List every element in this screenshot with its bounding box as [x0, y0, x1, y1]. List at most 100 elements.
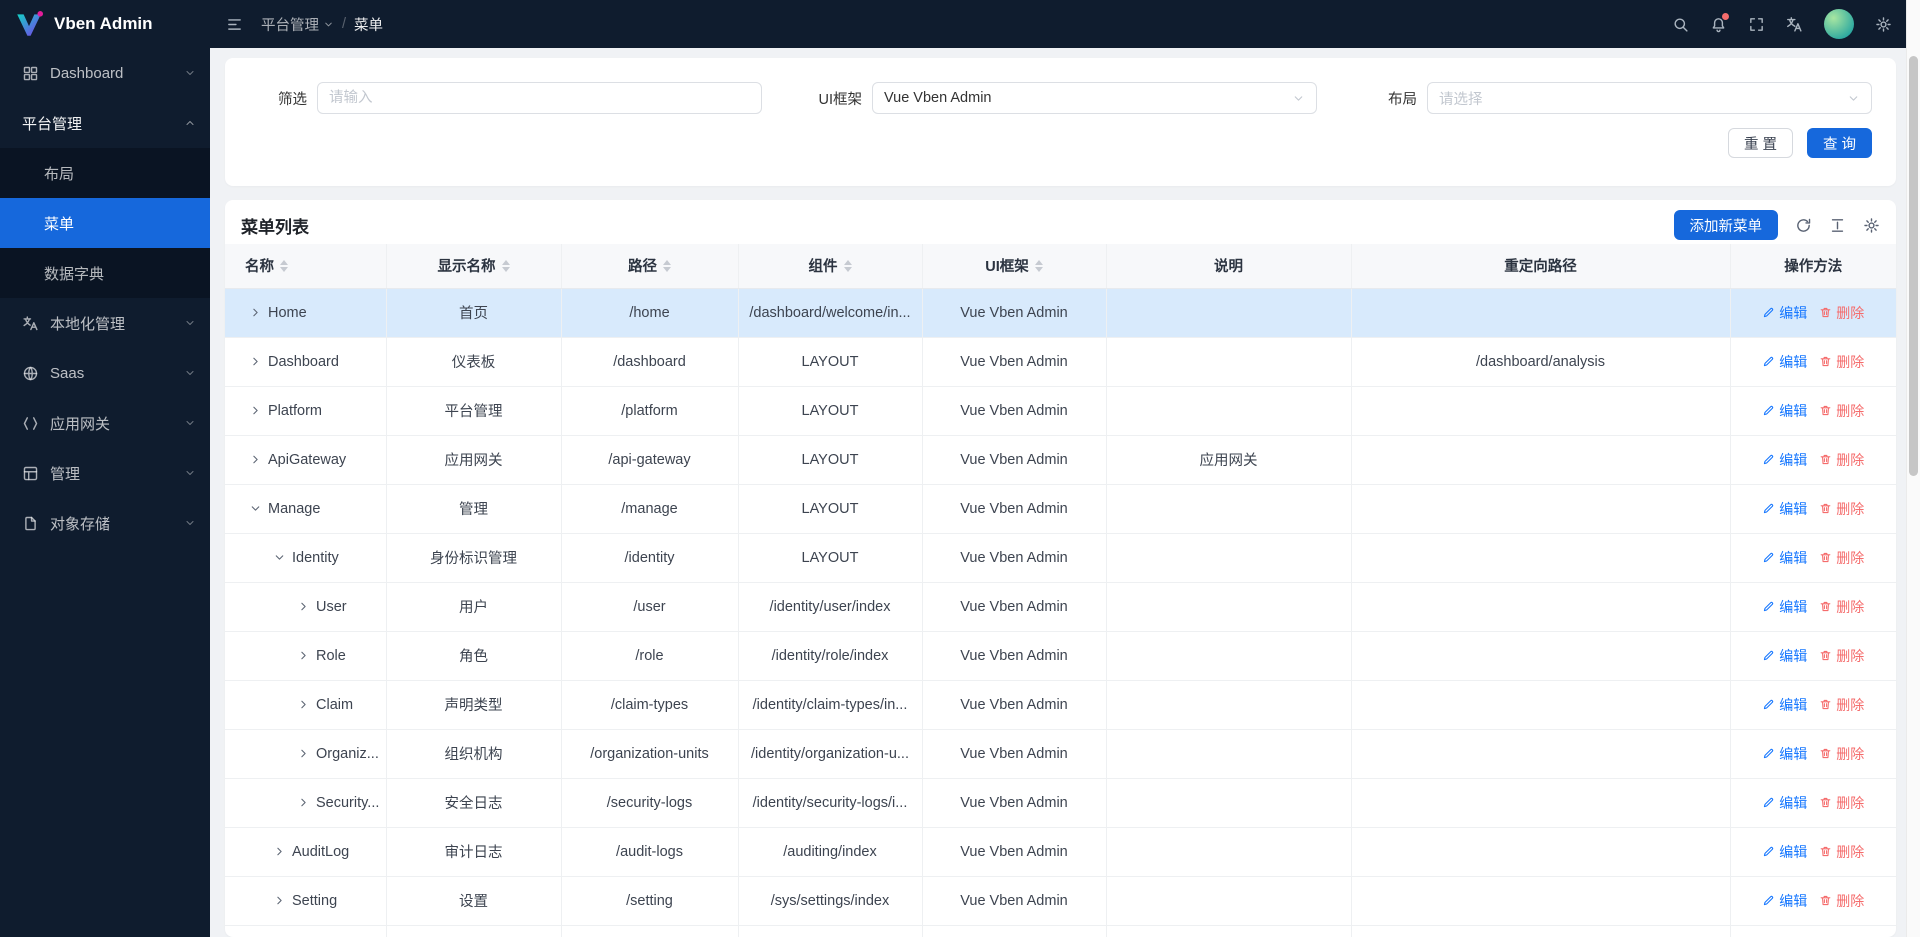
delete-button[interactable]: 删除 [1819, 695, 1864, 715]
sort-icons[interactable] [844, 260, 852, 272]
edit-button[interactable]: 编辑 [1762, 793, 1807, 813]
chevron-right-icon[interactable] [273, 845, 286, 858]
edit-button[interactable]: 编辑 [1762, 597, 1807, 617]
column-header-name[interactable]: 名称 [225, 244, 386, 288]
edit-button[interactable]: 编辑 [1762, 499, 1807, 519]
column-header-component[interactable]: 组件 [738, 244, 922, 288]
chevron-down-icon [323, 19, 334, 30]
chevron-down-icon[interactable] [249, 502, 262, 515]
edit-button[interactable]: 编辑 [1762, 303, 1807, 323]
sidebar-item-dashboard[interactable]: Dashboard [0, 48, 210, 98]
chevron-right-icon[interactable] [273, 894, 286, 907]
sidebar-item-manage[interactable]: 管理 [0, 448, 210, 498]
delete-button[interactable]: 删除 [1819, 352, 1864, 372]
ui-framework-select[interactable]: Vue Vben Admin [872, 82, 1317, 114]
sidebar-item-dictionary[interactable]: 数据字典 [0, 248, 210, 298]
add-menu-button[interactable]: 添加新菜单 [1674, 210, 1779, 240]
chevron-right-icon[interactable] [249, 355, 262, 368]
table-row-setting[interactable]: Setting设置/setting/sys/settings/indexVue … [225, 876, 1896, 925]
delete-button[interactable]: 删除 [1819, 548, 1864, 568]
cell-component: LAYOUT [738, 533, 922, 582]
fullscreen-icon[interactable] [1748, 16, 1765, 33]
chevron-right-icon[interactable] [297, 698, 310, 711]
notification-bell-icon[interactable] [1710, 16, 1727, 33]
sort-icons[interactable] [280, 260, 288, 272]
sidebar-item-gateway[interactable]: 应用网关 [0, 398, 210, 448]
edit-button[interactable]: 编辑 [1762, 401, 1807, 421]
column-settings-icon[interactable] [1863, 217, 1880, 234]
filter-keyword-input[interactable] [317, 82, 762, 114]
chevron-down-icon[interactable] [273, 551, 286, 564]
delete-button[interactable]: 删除 [1819, 597, 1864, 617]
user-avatar[interactable] [1824, 9, 1854, 39]
refresh-icon[interactable] [1795, 217, 1812, 234]
logo[interactable]: Vben Admin [0, 0, 210, 48]
table-row-claim[interactable]: Claim声明类型/claim-types/identity/claim-typ… [225, 680, 1896, 729]
sidebar-item-saas[interactable]: Saas [0, 348, 210, 398]
edit-button[interactable]: 编辑 [1762, 695, 1807, 715]
chevron-right-icon[interactable] [297, 747, 310, 760]
sidebar-collapse-icon[interactable] [226, 16, 243, 33]
chevron-right-icon[interactable] [249, 453, 262, 466]
edit-button[interactable]: 编辑 [1762, 842, 1807, 862]
reset-button[interactable]: 重 置 [1728, 128, 1793, 158]
cell-redirect [1351, 484, 1730, 533]
search-icon[interactable] [1672, 16, 1689, 33]
page-scrollbar[interactable] [1906, 0, 1920, 937]
cell-actions: 编辑删除 [1730, 435, 1896, 484]
table-row-identity[interactable]: Identity身份标识管理/identityLAYOUTVue Vben Ad… [225, 533, 1896, 582]
row-height-icon[interactable] [1829, 217, 1846, 234]
column-header-path[interactable]: 路径 [561, 244, 738, 288]
sort-icons[interactable] [663, 260, 671, 272]
delete-button[interactable]: 删除 [1819, 450, 1864, 470]
chevron-right-icon[interactable] [249, 404, 262, 417]
translate-icon[interactable] [1786, 16, 1803, 33]
table-row-apigateway[interactable]: ApiGateway应用网关/api-gatewayLAYOUTVue Vben… [225, 435, 1896, 484]
chevron-right-icon[interactable] [249, 306, 262, 319]
delete-button[interactable]: 删除 [1819, 842, 1864, 862]
sidebar-item-platform[interactable]: 平台管理 [0, 98, 210, 148]
breadcrumb-parent[interactable]: 平台管理 [261, 14, 334, 35]
table-row-role[interactable]: Role角色/role/identity/role/indexVue Vben … [225, 631, 1896, 680]
scrollbar-thumb[interactable] [1909, 56, 1918, 476]
sidebar-item-layout[interactable]: 布局 [0, 148, 210, 198]
sidebar-item-localization[interactable]: 本地化管理 [0, 298, 210, 348]
sidebar-item-storage[interactable]: 对象存储 [0, 498, 210, 548]
table-row-home[interactable]: Home首页/home/dashboard/welcome/in...Vue V… [225, 288, 1896, 337]
edit-button[interactable]: 编辑 [1762, 548, 1807, 568]
delete-button[interactable]: 删除 [1819, 303, 1864, 323]
edit-button[interactable]: 编辑 [1762, 646, 1807, 666]
delete-button[interactable]: 删除 [1819, 646, 1864, 666]
table-row-security[interactable]: Security...安全日志/security-logs/identity/s… [225, 778, 1896, 827]
table-row-user[interactable]: User用户/user/identity/user/indexVue Vben … [225, 582, 1896, 631]
layout-select[interactable]: 请选择 [1427, 82, 1872, 114]
delete-button[interactable]: 删除 [1819, 499, 1864, 519]
menu-table-card: 菜单列表 添加新菜单 名称显示名称路径组件UI框架说明重定向路径操作方法 Hom… [225, 200, 1896, 937]
edit-button[interactable]: 编辑 [1762, 744, 1807, 764]
table-row-auditlog[interactable]: AuditLog审计日志/audit-logs/auditing/indexVu… [225, 827, 1896, 876]
table-row-platform[interactable]: Platform平台管理/platformLAYOUTVue Vben Admi… [225, 386, 1896, 435]
delete-button[interactable]: 删除 [1819, 744, 1864, 764]
table-row-manage[interactable]: Manage管理/manageLAYOUTVue Vben Admin编辑删除 [225, 484, 1896, 533]
search-button[interactable]: 查 询 [1807, 128, 1872, 158]
trash-icon [1819, 649, 1832, 662]
delete-button[interactable]: 删除 [1819, 793, 1864, 813]
edit-button[interactable]: 编辑 [1762, 450, 1807, 470]
sort-icons[interactable] [1035, 260, 1043, 272]
chevron-right-icon[interactable] [297, 600, 310, 613]
edit-button[interactable]: 编辑 [1762, 891, 1807, 911]
chevron-right-icon[interactable] [297, 796, 310, 809]
table-row-dashboard[interactable]: Dashboard仪表板/dashboardLAYOUTVue Vben Adm… [225, 337, 1896, 386]
table-row-organiz[interactable]: Organiz...组织机构/organization-units/identi… [225, 729, 1896, 778]
column-header-display_name[interactable]: 显示名称 [386, 244, 561, 288]
chevron-right-icon[interactable] [297, 649, 310, 662]
delete-button[interactable]: 删除 [1819, 401, 1864, 421]
sort-icons[interactable] [502, 260, 510, 272]
cell-display_name: 管理 [386, 484, 561, 533]
edit-label: 编辑 [1779, 450, 1807, 470]
edit-button[interactable]: 编辑 [1762, 352, 1807, 372]
settings-icon[interactable] [1875, 16, 1892, 33]
delete-button[interactable]: 删除 [1819, 891, 1864, 911]
column-header-framework[interactable]: UI框架 [922, 244, 1106, 288]
sidebar-item-menu[interactable]: 菜单 [0, 198, 210, 248]
